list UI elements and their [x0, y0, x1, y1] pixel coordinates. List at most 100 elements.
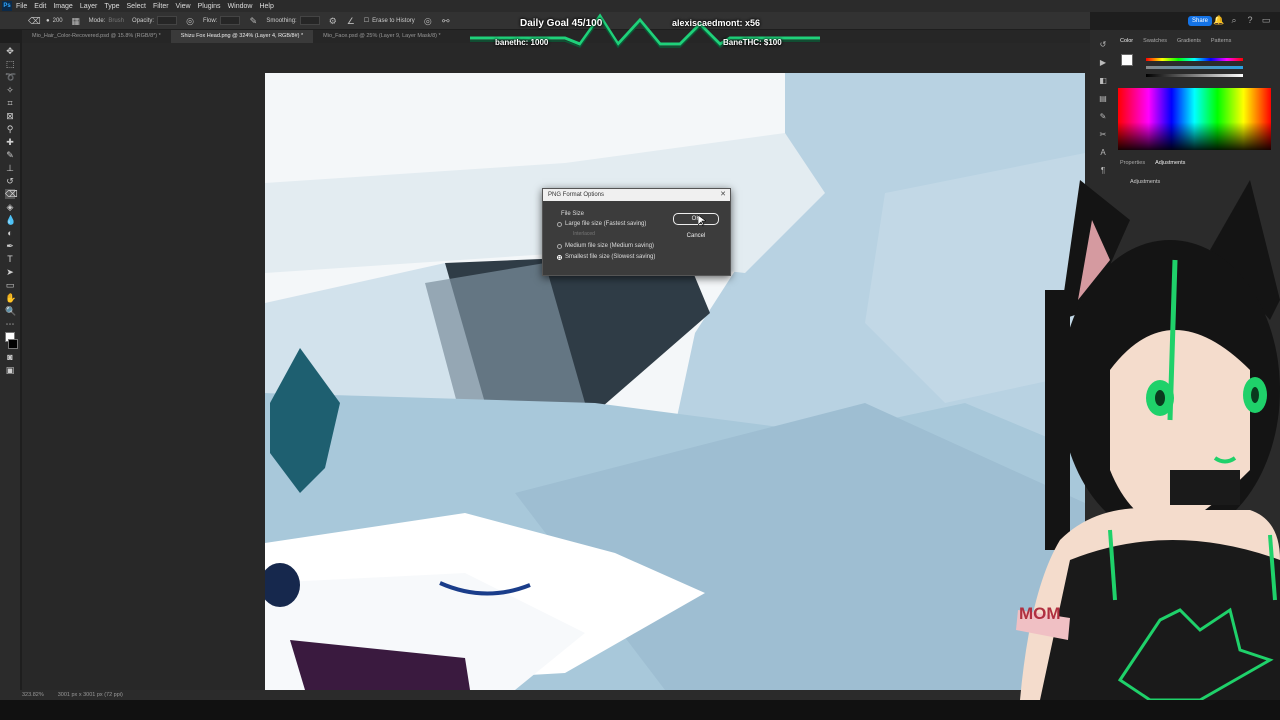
menu-edit[interactable]: Edit — [34, 3, 46, 10]
erase-to-history-label: Erase to History — [372, 17, 415, 24]
option-smallest-file[interactable]: Smallest file size (Slowest saving) — [557, 254, 655, 260]
eraser-tool-icon[interactable]: ⌫ — [28, 16, 41, 26]
menu-plugins[interactable]: Plugins — [198, 3, 221, 10]
healing-tool-icon[interactable]: ✚ — [5, 137, 15, 147]
artwork-canvas[interactable] — [265, 73, 1085, 690]
blur-tool-icon[interactable]: 💧 — [5, 215, 16, 225]
opacity-control[interactable]: Opacity: — [132, 16, 178, 25]
pen-tool-icon[interactable]: ✒ — [5, 241, 15, 251]
radio-smallest-file[interactable] — [557, 254, 562, 260]
interlaced-checkbox-label[interactable]: Interlaced — [573, 231, 595, 237]
stamp-tool-icon[interactable]: ⊥ — [5, 163, 15, 173]
hand-tool-icon[interactable]: ✋ — [5, 293, 16, 303]
smoothing-field[interactable] — [299, 16, 320, 25]
paths-panel-icon[interactable]: ✎ — [1098, 112, 1108, 122]
menu-view[interactable]: View — [176, 3, 191, 10]
quick-mask-icon[interactable]: ◙ — [5, 352, 15, 362]
path-select-tool-icon[interactable]: ➤ — [5, 267, 15, 277]
arm-band-text: MOM — [1019, 604, 1061, 623]
help-icon[interactable]: ? — [1245, 15, 1255, 25]
airbrush-icon[interactable]: ✎ — [248, 16, 258, 26]
actions-panel-icon[interactable]: ▶ — [1098, 58, 1108, 68]
menu-help[interactable]: Help — [259, 3, 273, 10]
screen-mode-icon[interactable]: ▣ — [5, 365, 15, 375]
mode-control[interactable]: Mode: Brush — [89, 18, 124, 24]
smoothing-control[interactable]: Smoothing: — [266, 16, 320, 25]
brush-settings-icon[interactable]: ▦ — [71, 16, 81, 26]
tab-patterns[interactable]: Patterns — [1211, 38, 1231, 44]
crop-tool-icon[interactable]: ⌗ — [5, 98, 15, 108]
history-panel-icon[interactable]: ↺ — [1098, 40, 1108, 50]
menu-layer[interactable]: Layer — [80, 3, 98, 10]
lasso-tool-icon[interactable]: ➰ — [5, 72, 16, 82]
menu-filter[interactable]: Filter — [153, 3, 169, 10]
channels-panel-icon[interactable]: ▤ — [1098, 94, 1108, 104]
angle-icon[interactable]: ∠ — [346, 16, 356, 26]
workspace-icon[interactable]: ▭ — [1261, 15, 1271, 25]
tab-gradients[interactable]: Gradients — [1177, 38, 1201, 44]
symmetry-icon[interactable]: ⚯ — [441, 16, 451, 26]
color-panel-tabs: Color Swatches Gradients Patterns — [1120, 38, 1231, 44]
eraser-tool-icon[interactable]: ⌫ — [5, 189, 18, 199]
menu-image[interactable]: Image — [53, 3, 72, 10]
pressure-size-icon[interactable]: ◎ — [423, 16, 433, 26]
magic-wand-tool-icon[interactable]: ✧ — [5, 85, 15, 95]
background-color-swatch[interactable] — [8, 339, 18, 349]
menu-type[interactable]: Type — [104, 3, 119, 10]
tab-color[interactable]: Color — [1120, 38, 1133, 44]
taskbar-strip — [0, 700, 1280, 720]
photoshop-logo: Ps — [2, 1, 12, 11]
tab-swatches[interactable]: Swatches — [1143, 38, 1167, 44]
brushes-panel-icon[interactable]: ✂ — [1098, 130, 1108, 140]
option-medium-file[interactable]: Medium file size (Medium saving) — [557, 243, 654, 249]
mode-value: Brush — [108, 17, 125, 24]
pressure-opacity-icon[interactable]: ◎ — [185, 16, 195, 26]
layers-panel-icon[interactable]: ◧ — [1098, 76, 1108, 86]
opacity-field[interactable] — [157, 16, 178, 25]
zoom-readout[interactable]: 323.82% — [22, 692, 44, 698]
tab-mio-hair[interactable]: Mio_Hair_Color-Recovered.psd @ 15.8% (RG… — [22, 30, 171, 43]
move-tool-icon[interactable]: ✥ — [5, 46, 15, 56]
radio-large-file[interactable] — [557, 221, 562, 227]
share-button[interactable]: Share — [1188, 16, 1212, 26]
saturation-slider[interactable] — [1146, 66, 1243, 69]
radio-medium-file[interactable] — [557, 243, 562, 249]
more-tools-icon[interactable]: ⋯ — [5, 319, 15, 329]
settings-gear-icon[interactable]: ⚙ — [328, 16, 338, 26]
flow-control[interactable]: Flow: — [203, 16, 241, 25]
eyedropper-tool-icon[interactable]: ⚲ — [5, 124, 15, 134]
marquee-tool-icon[interactable]: ⬚ — [5, 59, 15, 69]
history-brush-tool-icon[interactable]: ↺ — [5, 176, 15, 186]
menu-window[interactable]: Window — [228, 3, 253, 10]
frame-tool-icon[interactable]: ⊠ — [5, 111, 15, 121]
flow-field[interactable] — [220, 16, 241, 25]
option-large-file[interactable]: Large file size (Fastest saving) — [557, 221, 646, 227]
brush-size[interactable]: ● 200 — [46, 18, 63, 24]
erase-to-history-toggle[interactable]: ☐ Erase to History — [364, 17, 415, 25]
type-tool-icon[interactable]: T — [5, 254, 15, 264]
zoom-tool-icon[interactable]: 🔍 — [5, 306, 16, 316]
search-icon[interactable]: ⌕ — [1229, 15, 1239, 25]
close-icon[interactable]: ✕ — [720, 189, 726, 201]
tab-shizu-fox-head[interactable]: Shizu Fox Head.png @ 324% (Layer 4, RGB/… — [170, 30, 314, 43]
paint-bucket-tool-icon[interactable]: ◈ — [5, 202, 15, 212]
tab-mio-face[interactable]: Mio_Face.psd @ 25% (Layer 9, Layer Mask/… — [313, 30, 450, 43]
ok-button[interactable]: OK — [673, 213, 719, 225]
smoothing-label: Smoothing: — [266, 17, 297, 24]
mode-label: Mode: — [88, 17, 106, 24]
menu-file[interactable]: File — [16, 3, 27, 10]
bell-icon[interactable]: 🔔 — [1213, 15, 1224, 25]
dialog-titlebar: PNG Format Options ✕ — [543, 189, 730, 201]
hue-slider[interactable] — [1146, 58, 1243, 61]
dodge-tool-icon[interactable]: ◐ — [5, 228, 15, 238]
brush-tool-icon[interactable]: ✎ — [5, 150, 15, 160]
tools-panel: ✥ ⬚ ➰ ✧ ⌗ ⊠ ⚲ ✚ ✎ ⊥ ↺ ⌫ ◈ 💧 ◐ ✒ T ➤ ▭ ✋ … — [0, 43, 20, 693]
color-panel-fg-swatch[interactable] — [1121, 54, 1133, 66]
document-info[interactable]: 3001 px x 3001 px (72 ppi) — [58, 692, 123, 698]
shape-tool-icon[interactable]: ▭ — [5, 280, 15, 290]
latest-donation-text: BaneTHC: $100 — [723, 38, 782, 47]
menu-select[interactable]: Select — [127, 3, 146, 10]
brightness-slider[interactable] — [1146, 74, 1243, 77]
cancel-button[interactable]: Cancel — [673, 230, 719, 242]
option-smallest-file-label: Smallest file size (Slowest saving) — [565, 254, 656, 260]
